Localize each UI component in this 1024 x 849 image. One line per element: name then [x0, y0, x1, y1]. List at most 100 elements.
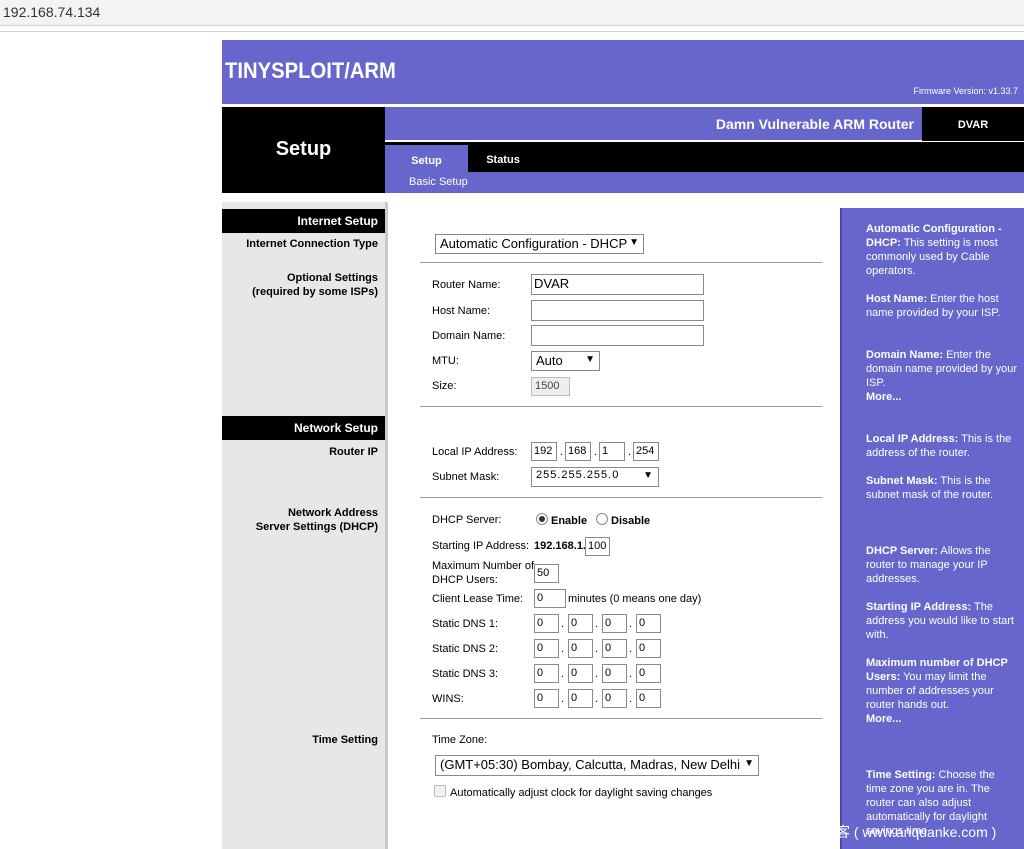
size-label: Size:: [432, 380, 457, 392]
help-sip-title: Starting IP Address:: [866, 601, 972, 613]
local-ip-label: Local IP Address:: [432, 446, 518, 458]
firmware-version: Firmware Version: v1.33.7: [913, 86, 1018, 96]
ip-separator: .: [561, 693, 565, 705]
help-local-ip: Local IP Address: This is the address of…: [866, 432, 1018, 460]
static-dns-2-octet-3[interactable]: 0: [602, 639, 627, 658]
subnav-bar: [385, 172, 1024, 193]
divider: [420, 406, 822, 407]
starting-ip-prefix: 192.168.1.: [534, 540, 586, 552]
label-optional-settings: Optional Settings: [286, 272, 378, 284]
dhcp-server-label: DHCP Server:: [432, 514, 502, 526]
static-dns-2-label: Static DNS 2:: [432, 643, 499, 655]
ip-separator: .: [628, 446, 632, 458]
size-input: 1500: [531, 377, 570, 396]
help-time-title: Time Setting:: [866, 769, 936, 781]
dropdown-arrow-icon: ▼: [643, 470, 654, 481]
ip-separator: .: [595, 643, 599, 655]
connection-type-select[interactable]: Automatic Configuration - DHCP ▼: [435, 234, 644, 254]
max-users-label-2: DHCP Users:: [432, 574, 498, 586]
subnet-mask-select[interactable]: 255.255.255.0 ▼: [531, 467, 659, 487]
static-dns-1-octet-4[interactable]: 0: [636, 614, 661, 633]
mtu-select[interactable]: Auto ▼: [531, 351, 600, 371]
static-dns-3-octet-3[interactable]: 0: [602, 664, 627, 683]
lease-time-suffix: minutes (0 means one day): [568, 593, 702, 605]
tab-setup[interactable]: Setup: [385, 145, 468, 172]
ip-separator: .: [561, 643, 565, 655]
divider: [420, 718, 822, 719]
ip-separator: .: [595, 668, 599, 680]
help-dhcp-title: DHCP Server:: [866, 545, 938, 557]
ip-separator: .: [629, 643, 633, 655]
divider: [840, 202, 1024, 208]
wins-label: WINS:: [432, 693, 464, 705]
time-zone-label: Time Zone:: [432, 734, 488, 746]
time-zone-select[interactable]: (GMT+05:30) Bombay, Calcutta, Madras, Ne…: [435, 755, 759, 776]
mtu-label: MTU:: [432, 355, 459, 367]
help-host-title: Host Name:: [866, 293, 928, 305]
starting-ip-last-octet[interactable]: 100: [585, 537, 610, 556]
section-network-setup: Network Setup: [222, 416, 385, 440]
wins-octet-1[interactable]: 0: [534, 689, 559, 708]
ip-separator: .: [561, 618, 565, 630]
wins-octet-4[interactable]: 0: [636, 689, 661, 708]
lease-time-label: Client Lease Time:: [432, 593, 524, 605]
label-time-setting: Time Setting: [312, 734, 378, 746]
tab-status[interactable]: Status: [468, 142, 538, 172]
router-name-label: Router Name:: [432, 279, 501, 291]
subnav-basic-setup[interactable]: Basic Setup: [409, 176, 468, 188]
dhcp-enable-label: Enable: [551, 515, 588, 527]
wins-octet-3[interactable]: 0: [602, 689, 627, 708]
model-badge: DVAR: [922, 107, 1024, 141]
starting-ip-label: Starting IP Address:: [432, 540, 530, 552]
dst-checkbox[interactable]: [434, 785, 446, 797]
dropdown-arrow-icon: ▼: [744, 758, 754, 769]
help-host-name: Host Name: Enter the host name provided …: [866, 292, 1018, 320]
address-bar[interactable]: [0, 0, 1024, 26]
panel-shadow: [385, 202, 388, 849]
max-users-label-1: Maximum Number of: [432, 560, 535, 572]
max-users-input[interactable]: 50: [534, 564, 559, 583]
local-ip-octet-3[interactable]: 1: [599, 442, 625, 461]
divider: [420, 497, 822, 498]
mtu-value: Auto: [536, 353, 563, 368]
subnet-mask-value: 255.255.255.0: [536, 469, 620, 481]
host-name-input[interactable]: [531, 300, 704, 321]
local-ip-octet-2[interactable]: 168: [565, 442, 591, 461]
divider: [420, 262, 822, 263]
dropdown-arrow-icon: ▼: [629, 237, 639, 248]
static-dns-2-octet-2[interactable]: 0: [568, 639, 593, 658]
logo: TINYSPLOIT/ARM: [225, 58, 396, 83]
help-more-link-1[interactable]: More...: [866, 390, 1018, 404]
static-dns-3-label: Static DNS 3:: [432, 668, 499, 680]
connection-type-value: Automatic Configuration - DHCP: [440, 236, 628, 251]
wins-octet-2[interactable]: 0: [568, 689, 593, 708]
static-dns-1-octet-1[interactable]: 0: [534, 614, 559, 633]
domain-name-label: Domain Name:: [432, 330, 506, 342]
static-dns-3-octet-2[interactable]: 0: [568, 664, 593, 683]
address-text[interactable]: 192.168.74.134: [3, 4, 100, 20]
page-title: Setup: [275, 138, 332, 160]
ip-separator: .: [560, 446, 564, 458]
static-dns-1-octet-2[interactable]: 0: [568, 614, 593, 633]
ip-separator: .: [595, 693, 599, 705]
help-more-link-2[interactable]: More...: [866, 712, 1018, 726]
domain-name-input[interactable]: [531, 325, 704, 346]
dropdown-arrow-icon: ▼: [585, 354, 595, 365]
divider: [222, 193, 1024, 202]
section-internet-setup: Internet Setup: [222, 209, 385, 233]
local-ip-octet-4[interactable]: 254: [633, 442, 659, 461]
static-dns-3-octet-4[interactable]: 0: [636, 664, 661, 683]
local-ip-octet-1[interactable]: 192: [531, 442, 557, 461]
static-dns-3-octet-1[interactable]: 0: [534, 664, 559, 683]
router-name-input[interactable]: DVAR: [531, 274, 704, 295]
help-dhcp-server: DHCP Server: Allows the router to manage…: [866, 544, 1018, 586]
help-auto-config: Automatic Configuration - DHCP: This set…: [866, 222, 1018, 278]
watermark: 客 ( www.anquanke.com ): [836, 824, 997, 840]
dhcp-disable-radio[interactable]: [596, 513, 608, 525]
static-dns-1-octet-3[interactable]: 0: [602, 614, 627, 633]
static-dns-2-octet-4[interactable]: 0: [636, 639, 661, 658]
dhcp-enable-radio[interactable]: [536, 513, 548, 525]
help-subnet-mask: Subnet Mask: This is the subnet mask of …: [866, 474, 1018, 502]
static-dns-2-octet-1[interactable]: 0: [534, 639, 559, 658]
lease-time-input[interactable]: 0: [534, 589, 566, 608]
